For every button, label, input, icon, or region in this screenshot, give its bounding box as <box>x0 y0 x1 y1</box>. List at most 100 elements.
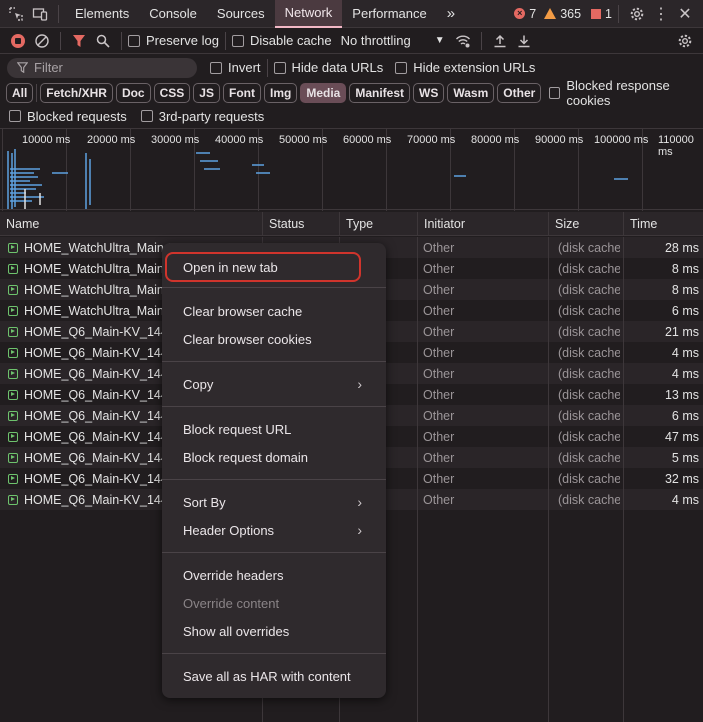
hide-data-urls-label: Hide data URLs <box>291 60 384 75</box>
type-filter-wasm[interactable]: Wasm <box>447 83 495 103</box>
checkbox-box[interactable] <box>395 61 408 74</box>
filter-funnel-icon[interactable] <box>67 29 91 53</box>
throttling-value: No throttling <box>340 33 411 48</box>
checkbox-box[interactable] <box>210 61 222 74</box>
issues-icon <box>591 8 602 19</box>
menu-item-header-options[interactable]: Header Options › <box>162 518 386 542</box>
column-header-time[interactable]: Time <box>623 212 703 236</box>
time-cell: 13 ms <box>664 387 699 402</box>
search-icon[interactable] <box>91 29 115 53</box>
network-conditions-wifi-icon[interactable] <box>451 29 475 53</box>
tab-elements[interactable]: Elements <box>65 0 139 28</box>
time-cell: 4 ms <box>671 492 699 507</box>
media-file-icon <box>8 473 18 484</box>
invert-checkbox[interactable]: Invert <box>210 60 261 75</box>
type-filter-doc[interactable]: Doc <box>115 83 151 103</box>
divider <box>266 58 268 77</box>
issue-counters[interactable]: × 7 365 1 <box>514 7 612 21</box>
menu-item-block-request-url[interactable]: Block request URL <box>162 417 386 441</box>
record-stop-icon[interactable] <box>6 29 30 53</box>
menu-label: Override headers <box>183 567 284 583</box>
type-filter-manifest[interactable]: Manifest <box>349 83 411 103</box>
type-filter-fetch-xhr[interactable]: Fetch/XHR <box>40 83 113 103</box>
settings-gear-icon[interactable] <box>625 2 649 26</box>
blocked-requests-checkbox[interactable]: Blocked requests <box>9 109 127 124</box>
invert-label: Invert <box>228 60 261 75</box>
checkbox-box[interactable] <box>140 110 153 122</box>
device-toolbar-icon[interactable] <box>28 2 52 26</box>
checkbox-box[interactable] <box>231 34 244 47</box>
request-name: HOME_WatchUltra_Main-K <box>24 261 177 276</box>
menu-item-sort-by[interactable]: Sort By › <box>162 490 386 514</box>
import-har-icon[interactable] <box>488 29 512 53</box>
inspect-element-icon[interactable] <box>4 2 28 26</box>
network-settings-gear-icon[interactable] <box>673 29 697 53</box>
divider <box>36 84 38 102</box>
checkbox-box[interactable] <box>128 34 140 47</box>
checkbox-box[interactable] <box>549 87 561 99</box>
tab-console[interactable]: Console <box>139 0 207 28</box>
submenu-chevron-right-icon: › <box>357 494 362 510</box>
close-icon[interactable]: ✕ <box>673 2 697 26</box>
menu-label: Sort By <box>183 494 226 510</box>
time-cell: 8 ms <box>671 261 699 276</box>
column-header-status[interactable]: Status <box>262 212 339 236</box>
blocked-requests-label: Blocked requests <box>27 108 127 124</box>
tab-sources[interactable]: Sources <box>207 0 275 28</box>
blocked-response-cookies-checkbox[interactable]: Blocked response cookies <box>549 78 703 108</box>
throttling-select[interactable]: No throttling ▼ <box>341 33 445 48</box>
menu-item-block-request-domain[interactable]: Block request domain <box>162 445 386 469</box>
disable-cache-checkbox[interactable]: Disable cache <box>231 33 332 48</box>
type-filter-js[interactable]: JS <box>193 83 220 103</box>
hide-data-urls-checkbox[interactable]: Hide data URLs <box>273 60 384 75</box>
time-cell: 6 ms <box>671 303 699 318</box>
warning-count: 365 <box>560 6 582 21</box>
filter-input[interactable]: Filter <box>7 57 197 78</box>
hide-extension-urls-checkbox[interactable]: Hide extension URLs <box>395 60 535 75</box>
size-cell: (disk cache) <box>558 324 620 339</box>
column-header-type[interactable]: Type <box>339 212 417 236</box>
request-name: HOME_Q6_Main-KV_1440: <box>24 429 179 444</box>
menu-item-copy[interactable]: Copy › <box>162 372 386 396</box>
network-toolbar: Preserve log Disable cache No throttling… <box>0 28 703 54</box>
type-filter-img[interactable]: Img <box>263 83 298 103</box>
menu-label: Copy <box>183 376 214 392</box>
tab-performance[interactable]: Performance <box>342 0 436 28</box>
column-header-size[interactable]: Size <box>548 212 623 236</box>
time-cell: 8 ms <box>671 282 699 297</box>
menu-item-show-all-overrides[interactable]: Show all overrides <box>162 619 386 643</box>
more-tabs-button[interactable]: » <box>437 0 465 28</box>
column-header-name[interactable]: Name <box>0 212 262 236</box>
error-count: 7 <box>529 6 537 21</box>
checkbox-box[interactable] <box>9 110 21 122</box>
divider <box>224 31 226 50</box>
column-header-initiator[interactable]: Initiator <box>417 212 548 236</box>
media-file-icon <box>8 368 18 379</box>
third-party-requests-checkbox[interactable]: 3rd-party requests <box>140 109 264 124</box>
type-filter-ws[interactable]: WS <box>413 83 445 103</box>
checkbox-box[interactable] <box>273 61 286 74</box>
preserve-log-checkbox[interactable]: Preserve log <box>128 33 219 48</box>
size-cell: (disk cache) <box>558 366 620 381</box>
menu-item-clear-browser-cookies[interactable]: Clear browser cookies <box>162 327 386 351</box>
submenu-chevron-right-icon: › <box>357 376 362 392</box>
menu-item-override-headers[interactable]: Override headers <box>162 563 386 587</box>
network-overview-timeline[interactable]: 10000 ms 20000 ms 30000 ms 40000 ms 5000… <box>0 128 703 211</box>
menu-label: Override content <box>183 595 280 611</box>
type-filter-media[interactable]: Media <box>300 83 347 103</box>
menu-divider <box>162 479 386 480</box>
menu-item-clear-browser-cache[interactable]: Clear browser cache <box>162 299 386 323</box>
initiator-cell: Other <box>423 282 455 297</box>
filter-row: Filter Invert Hide data URLs Hide extens… <box>0 55 703 80</box>
type-filter-other[interactable]: Other <box>497 83 542 103</box>
menu-item-save-all-as-har[interactable]: Save all as HAR with content <box>162 664 386 688</box>
media-file-icon <box>8 431 18 442</box>
kebab-menu-icon[interactable]: ⋮ <box>649 2 673 26</box>
clear-icon[interactable] <box>30 29 54 53</box>
type-filter-css[interactable]: CSS <box>153 83 191 103</box>
type-filter-font[interactable]: Font <box>222 83 261 103</box>
divider <box>480 31 482 50</box>
tab-network[interactable]: Network <box>274 0 343 28</box>
export-har-icon[interactable] <box>512 29 536 53</box>
type-filter-all[interactable]: All <box>6 83 34 103</box>
